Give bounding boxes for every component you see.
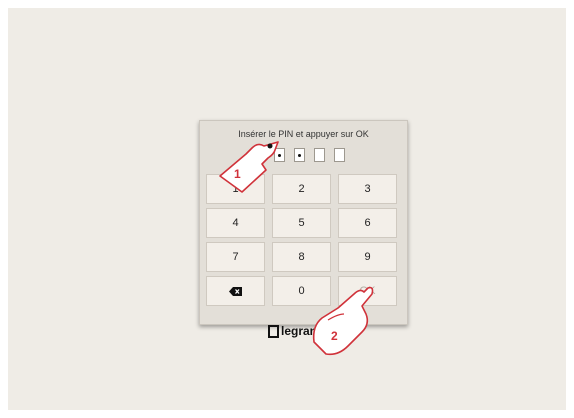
pin-box <box>294 148 305 162</box>
step-1-label: 1 <box>234 167 241 181</box>
backspace-button[interactable] <box>206 276 265 306</box>
key-4[interactable]: 4 <box>206 208 265 238</box>
pin-box <box>314 148 325 162</box>
background-panel: Insérer le PIN et appuyer sur OK 1 2 3 4… <box>8 8 566 410</box>
logo-mark <box>268 324 279 338</box>
key-5[interactable]: 5 <box>272 208 331 238</box>
backspace-icon <box>229 286 242 296</box>
key-8[interactable]: 8 <box>272 242 331 272</box>
key-7[interactable]: 7 <box>206 242 265 272</box>
key-3[interactable]: 3 <box>338 174 397 204</box>
pin-box <box>334 148 345 162</box>
pointer-fingertip-dot <box>267 143 273 149</box>
key-9[interactable]: 9 <box>338 242 397 272</box>
step-1-pointer-callout: 1 <box>219 141 279 193</box>
step-2-pointer-callout: 2 <box>312 286 374 356</box>
key-6[interactable]: 6 <box>338 208 397 238</box>
step-2-label: 2 <box>331 329 338 343</box>
